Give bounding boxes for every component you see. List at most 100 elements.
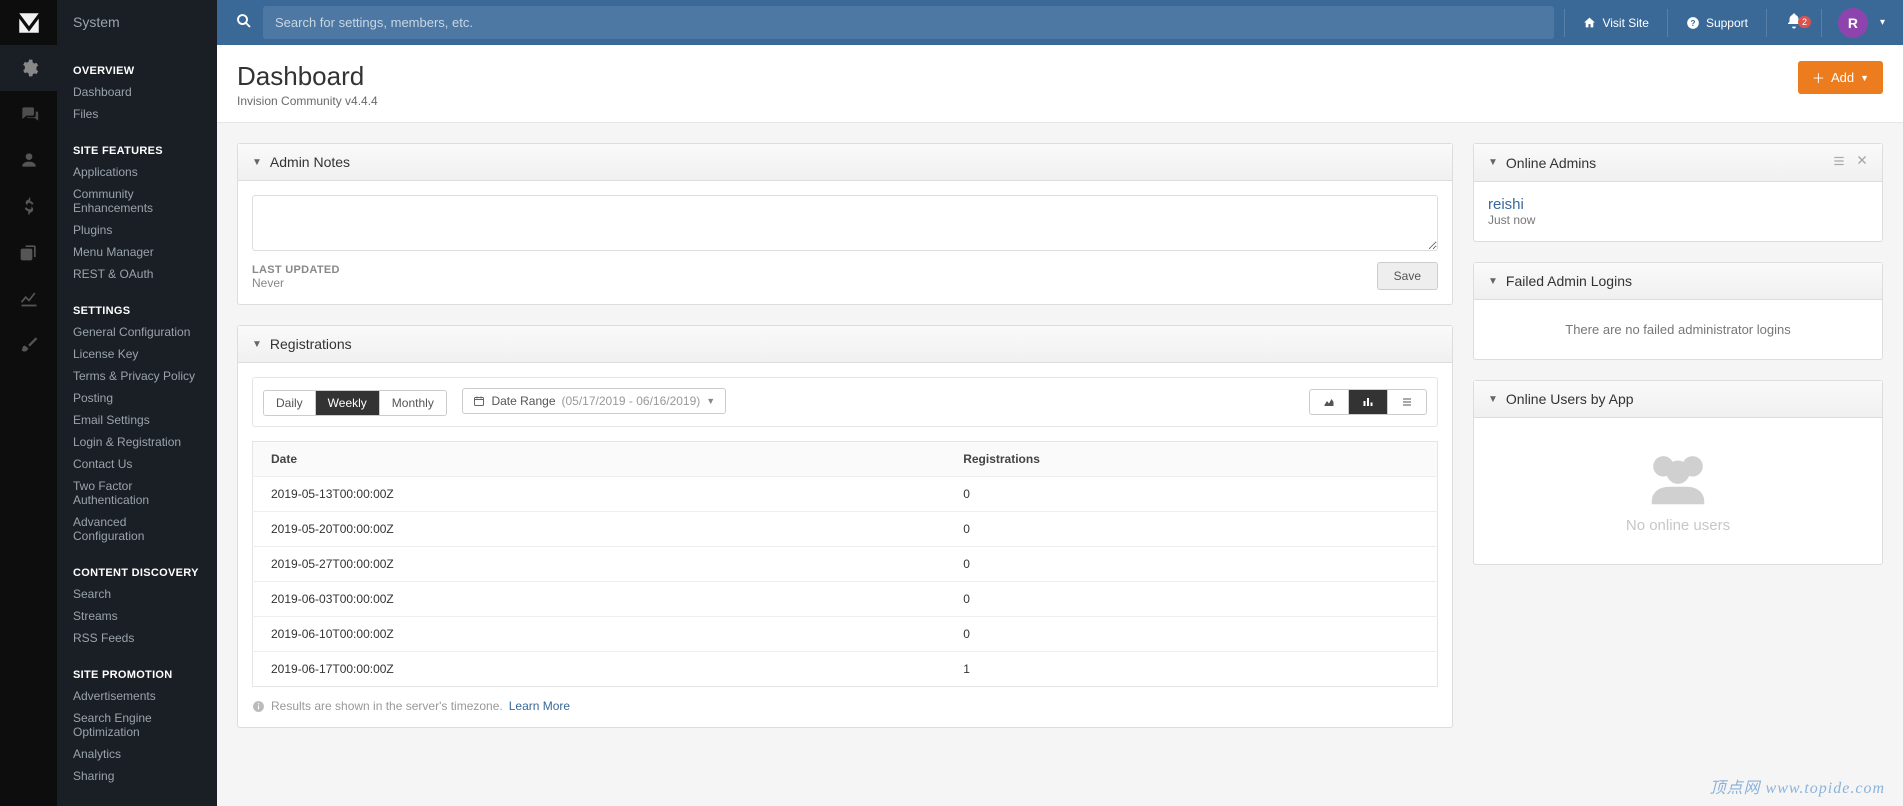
plus-icon: ＋	[1812, 68, 1825, 87]
learn-more-link[interactable]: Learn More	[509, 699, 570, 713]
timezone-note: Results are shown in the server's timezo…	[252, 699, 1438, 713]
panel-header[interactable]: ▼ Online Admins	[1474, 144, 1882, 182]
add-button[interactable]: ＋ Add ▼	[1798, 61, 1883, 94]
nav-link-menu-manager[interactable]: Menu Manager	[57, 241, 217, 263]
nav-link-community-enhancements[interactable]: Community Enhancements	[57, 183, 217, 219]
caret-down-icon: ▼	[706, 396, 715, 406]
nav-link-email-settings[interactable]: Email Settings	[57, 409, 217, 431]
admin-notes-textarea[interactable]	[252, 195, 1438, 251]
notifications-button[interactable]: 2	[1775, 12, 1813, 33]
nav-link-login-registration[interactable]: Login & Registration	[57, 431, 217, 453]
nav-link-search-engine-optimization[interactable]: Search Engine Optimization	[57, 707, 217, 743]
user-menu-caret[interactable]: ▾	[1880, 17, 1885, 28]
rail-item-commerce[interactable]	[0, 183, 57, 229]
panel-menu-button[interactable]	[1832, 154, 1846, 171]
nav-section: OVERVIEWDashboardFiles	[57, 57, 217, 125]
divider	[1766, 9, 1767, 37]
chart-area-button[interactable]	[1310, 390, 1349, 414]
nav-link-two-factor-authentication[interactable]: Two Factor Authentication	[57, 475, 217, 511]
panel-header[interactable]: ▼ Admin Notes	[238, 144, 1452, 181]
nav-link-license-key[interactable]: License Key	[57, 343, 217, 365]
divider	[1564, 9, 1565, 37]
rail-item-stats[interactable]	[0, 275, 57, 321]
period-daily[interactable]: Daily	[264, 391, 316, 415]
nav-link-search[interactable]: Search	[57, 583, 217, 605]
nav-link-streams[interactable]: Streams	[57, 605, 217, 627]
nav-link-plugins[interactable]: Plugins	[57, 219, 217, 241]
comments-icon	[19, 104, 39, 124]
period-weekly[interactable]: Weekly	[316, 391, 380, 415]
visit-site-link[interactable]: Visit Site	[1573, 0, 1658, 45]
nav-link-sharing[interactable]: Sharing	[57, 765, 217, 787]
date-range-label: Date Range	[491, 394, 555, 408]
app-logo[interactable]	[0, 0, 57, 45]
user-icon	[19, 150, 39, 170]
date-range-value: (05/17/2019 - 06/16/2019)	[562, 394, 701, 408]
nav-link-advanced-configuration[interactable]: Advanced Configuration	[57, 511, 217, 547]
rail-item-community[interactable]	[0, 91, 57, 137]
date-range-picker[interactable]: Date Range (05/17/2019 - 06/16/2019) ▼	[462, 388, 726, 414]
copy-icon	[19, 242, 39, 262]
nav-link-analytics[interactable]: Analytics	[57, 743, 217, 765]
cell-date: 2019-05-20T00:00:00Z	[253, 512, 946, 547]
icon-rail	[0, 0, 57, 806]
svg-text:?: ?	[1690, 18, 1695, 27]
panel-title: Registrations	[270, 336, 1438, 352]
info-icon	[252, 700, 265, 713]
menu-icon	[1832, 154, 1846, 168]
rail-item-system[interactable]	[0, 45, 57, 91]
panel-header[interactable]: ▼ Registrations	[238, 326, 1452, 363]
rail-item-pages[interactable]	[0, 229, 57, 275]
nav-link-posting[interactable]: Posting	[57, 387, 217, 409]
cell-date: 2019-06-17T00:00:00Z	[253, 652, 946, 687]
period-monthly[interactable]: Monthly	[380, 391, 446, 415]
nav-link-general-configuration[interactable]: General Configuration	[57, 321, 217, 343]
table-row: 2019-06-10T00:00:00Z0	[253, 617, 1438, 652]
panel-header[interactable]: ▼ Online Users by App	[1474, 381, 1882, 418]
table-row: 2019-06-17T00:00:00Z1	[253, 652, 1438, 687]
panel-close-button[interactable]	[1856, 154, 1868, 171]
nav-section: SETTINGSGeneral ConfigurationLicense Key…	[57, 297, 217, 547]
brush-icon	[19, 334, 39, 354]
nav-link-files[interactable]: Files	[57, 103, 217, 125]
page-title: Dashboard	[237, 61, 378, 92]
nav-link-dashboard[interactable]: Dashboard	[57, 81, 217, 103]
last-updated-value: Never	[252, 276, 340, 290]
search-input[interactable]	[263, 6, 1554, 39]
save-button[interactable]: Save	[1377, 262, 1438, 290]
rail-item-customization[interactable]	[0, 321, 57, 367]
list-icon	[1400, 396, 1414, 408]
search-icon[interactable]	[235, 12, 253, 33]
topbar: Visit Site ? Support 2 R ▾	[217, 0, 1903, 45]
visit-site-label: Visit Site	[1602, 16, 1648, 30]
cell-count: 0	[945, 547, 1437, 582]
table-row: 2019-06-03T00:00:00Z0	[253, 582, 1438, 617]
close-icon	[1856, 154, 1868, 166]
caret-down-icon: ▼	[252, 339, 262, 350]
chart-bar-button[interactable]	[1349, 390, 1388, 414]
home-icon	[1583, 16, 1596, 29]
nav-link-advertisements[interactable]: Advertisements	[57, 685, 217, 707]
panel-title: Online Admins	[1506, 155, 1824, 171]
registration-controls: Daily Weekly Monthly Date Range (05/17/2…	[252, 377, 1438, 427]
nav-link-contact-us[interactable]: Contact Us	[57, 453, 217, 475]
chart-view-toggle	[1309, 389, 1427, 415]
page-subtitle: Invision Community v4.4.4	[237, 94, 378, 108]
rail-item-members[interactable]	[0, 137, 57, 183]
user-avatar[interactable]: R	[1838, 8, 1868, 38]
support-link[interactable]: ? Support	[1676, 0, 1758, 45]
panel-header[interactable]: ▼ Failed Admin Logins	[1474, 263, 1882, 300]
gear-icon	[19, 58, 39, 78]
admin-name[interactable]: reishi	[1488, 196, 1868, 213]
col-right: ▼ Online Admins reishi Just now	[1473, 143, 1883, 748]
nav-link-applications[interactable]: Applications	[57, 161, 217, 183]
chart-list-button[interactable]	[1388, 390, 1426, 414]
online-admin-entry: reishi Just now	[1488, 196, 1868, 227]
cell-date: 2019-06-03T00:00:00Z	[253, 582, 946, 617]
notification-badge: 2	[1798, 16, 1811, 28]
nav-link-rss-feeds[interactable]: RSS Feeds	[57, 627, 217, 649]
nav-link-terms-privacy-policy[interactable]: Terms & Privacy Policy	[57, 365, 217, 387]
bar-chart-icon	[1361, 396, 1375, 408]
nav-link-rest-oauth[interactable]: REST & OAuth	[57, 263, 217, 285]
nav-heading: OVERVIEW	[57, 57, 217, 81]
